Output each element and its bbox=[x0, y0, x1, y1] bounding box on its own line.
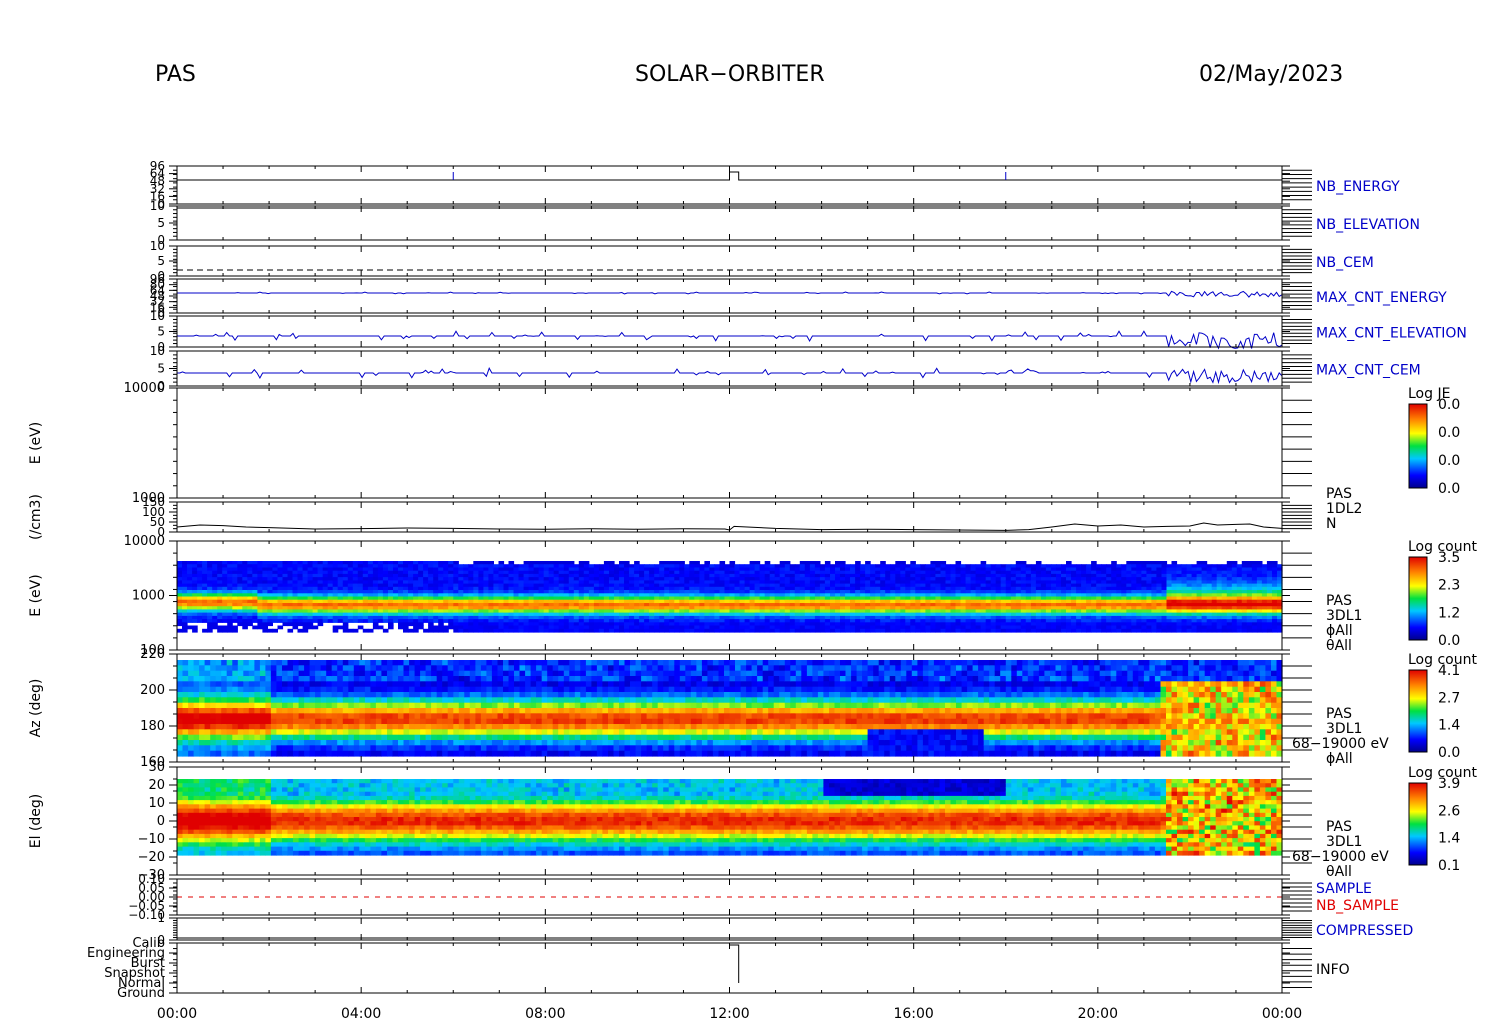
info-line bbox=[729, 944, 740, 983]
pas_3dl1_e-ytick-label: 1000 bbox=[132, 589, 165, 604]
nb_elevation-ytick-label: 5 bbox=[157, 216, 165, 230]
pas_3dl1_e-right-label: PAS bbox=[1326, 593, 1352, 609]
sample-label: SAMPLE bbox=[1316, 881, 1372, 897]
nb_elevation-label: NB_ELEVATION bbox=[1316, 217, 1420, 233]
max_cnt_cem-label: MAX_CNT_CEM bbox=[1316, 363, 1421, 379]
pas_3dl1_el-ytick-label: −10 bbox=[138, 832, 165, 847]
max_cnt_energy-label: MAX_CNT_ENERGY bbox=[1316, 290, 1447, 306]
pas_1dl2_n-right-label: N bbox=[1326, 516, 1336, 532]
compressed-label: COMPRESSED bbox=[1316, 923, 1413, 939]
pas_1dl2_e-ylabel: E (eV) bbox=[28, 422, 44, 464]
pas_3dl1_el-ytick-label: 0 bbox=[157, 814, 165, 829]
pas_1dl2_n-ylabel: (/cm3) bbox=[28, 494, 44, 540]
pas_3dl1_el-right-label: PAS bbox=[1326, 819, 1352, 835]
sample-label2: NB_SAMPLE bbox=[1316, 898, 1399, 914]
pas_1dl2_n-right-label: 1DL2 bbox=[1326, 501, 1362, 517]
pas_3dl1_az-colorbar-tick: 0.0 bbox=[1438, 745, 1460, 761]
pas_3dl1_az-colorbar-tick: 2.7 bbox=[1438, 690, 1460, 706]
pas_3dl1_el-colorbar-tick: 0.1 bbox=[1438, 858, 1460, 874]
time-tick-label: 12:00 bbox=[709, 1006, 749, 1020]
max_cnt_cem-ytick-label: 10 bbox=[150, 344, 165, 358]
pas_3dl1_el-ytick-label: 30 bbox=[148, 760, 165, 775]
pas_1dl2_e-colorbar-tick: 0.0 bbox=[1438, 481, 1460, 497]
pas_3dl1_el-right-label: θAll bbox=[1326, 864, 1352, 880]
pas_3dl1_e-colorbar-tick: 1.2 bbox=[1438, 605, 1460, 621]
compressed-ytick-label: 1 bbox=[157, 911, 165, 925]
pas_3dl1_az-right-label: 3DL1 bbox=[1326, 721, 1362, 737]
max_cnt_elevation-ytick-label: 5 bbox=[157, 325, 165, 339]
pas_3dl1_el-colorbar-tick: 2.6 bbox=[1438, 803, 1460, 819]
pas_3dl1_e-colorbar-tick: 2.3 bbox=[1438, 578, 1460, 594]
summary-plot: 96644832160NB_ENERGY1050NB_ELEVATION1050… bbox=[28, 159, 1477, 1020]
nb-energy-line bbox=[177, 171, 1282, 181]
nb_cem-ytick-label: 10 bbox=[150, 239, 165, 253]
pas_1dl2_e-colorbar-tick: 0.0 bbox=[1438, 453, 1460, 469]
pas_3dl1_e-ytick-label: 10000 bbox=[124, 534, 165, 549]
pas_3dl1_el-ytick-label: 10 bbox=[148, 796, 165, 811]
pas_3dl1_az-ylabel: Az (deg) bbox=[28, 679, 44, 738]
pas_1dl2_e-colorbar bbox=[1408, 403, 1428, 489]
info-label: INFO bbox=[1316, 962, 1350, 978]
pas_1dl2_e-colorbar-tick: 0.0 bbox=[1438, 397, 1460, 413]
time-tick-label: 00:00 bbox=[157, 1006, 197, 1020]
pas_3dl1_el-colorbar bbox=[1408, 782, 1428, 866]
pas_3dl1_e-right-label: 3DL1 bbox=[1326, 608, 1362, 624]
pas_3dl1_az-colorbar bbox=[1408, 669, 1428, 753]
pas_3dl1_el-ylabel: El (deg) bbox=[28, 794, 44, 849]
pas_1dl2_n-right-label: PAS bbox=[1326, 486, 1352, 502]
pas_3dl1_el-colorbar-tick: 1.4 bbox=[1438, 831, 1460, 847]
pas_3dl1_el-heatmap bbox=[177, 779, 1283, 856]
pas_3dl1_az-ytick-label: 200 bbox=[140, 683, 165, 698]
time-tick-label: 16:00 bbox=[893, 1006, 933, 1020]
max_cnt_elevation-ytick-label: 10 bbox=[150, 309, 165, 323]
nb_energy-label: NB_ENERGY bbox=[1316, 179, 1400, 195]
pas_3dl1_az-colorbar-tick: 4.1 bbox=[1438, 663, 1460, 679]
pas_3dl1_az-right-label: 68−19000 eV bbox=[1292, 736, 1389, 752]
pas_3dl1_el-right-label: 3DL1 bbox=[1326, 834, 1362, 850]
time-tick-label: 00:00 bbox=[1262, 1006, 1302, 1020]
pas_3dl1_az-ytick-label: 180 bbox=[140, 719, 165, 734]
max_cnt_cem-ytick-label: 5 bbox=[157, 362, 165, 376]
pas_3dl1_e-colorbar-tick: 3.5 bbox=[1438, 550, 1460, 566]
time-tick-label: 08:00 bbox=[525, 1006, 565, 1020]
pas_3dl1_e-right-label: θAll bbox=[1326, 638, 1352, 654]
pas_3dl1_az-colorbar-tick: 1.4 bbox=[1438, 718, 1460, 734]
max_cnt_elevation-label: MAX_CNT_ELEVATION bbox=[1316, 326, 1467, 342]
pas_3dl1_az-right-label: ϕAll bbox=[1326, 751, 1353, 767]
nb_cem-label: NB_CEM bbox=[1316, 255, 1374, 271]
plot-page: PAS SOLAR−ORBITER 02/May/2023 96 64 48 32 16… bbox=[0, 0, 1512, 1020]
pas_3dl1_el-colorbar-tick: 3.9 bbox=[1438, 776, 1460, 792]
pas_1dl2_e-frame bbox=[176, 387, 1283, 499]
max-cnt-energy-line bbox=[177, 290, 1283, 298]
time-tick-label: 20:00 bbox=[1078, 1006, 1118, 1020]
pas_3dl1_e-right-label: ϕAll bbox=[1326, 623, 1353, 639]
pas_3dl1_e-heatmap bbox=[177, 561, 1283, 633]
pas_1dl2_e-ytick-label: 10000 bbox=[124, 381, 165, 396]
pas_3dl1_el-ytick-label: 20 bbox=[148, 778, 165, 793]
nb_elevation-ytick-label: 10 bbox=[150, 199, 165, 213]
nb_cem-ytick-label: 5 bbox=[157, 254, 165, 268]
pas_3dl1_e-colorbar-tick: 0.0 bbox=[1438, 633, 1460, 649]
time-tick-label: 04:00 bbox=[341, 1006, 381, 1020]
info-ytick-label: Ground bbox=[117, 986, 165, 1001]
pas_3dl1_e-ylabel: E (eV) bbox=[28, 574, 44, 616]
pas_3dl1_az-heatmap bbox=[177, 660, 1283, 757]
pas_3dl1_e-colorbar bbox=[1408, 556, 1428, 641]
pas_1dl2_e-colorbar-tick: 0.0 bbox=[1438, 425, 1460, 441]
pas_3dl1_az-right-label: PAS bbox=[1326, 706, 1352, 722]
pas_3dl1_az-ytick-label: 220 bbox=[140, 647, 165, 662]
info-frame bbox=[176, 942, 1283, 994]
pas_3dl1_el-ytick-label: −20 bbox=[138, 850, 165, 865]
pas_3dl1_el-right-label: 68−19000 eV bbox=[1292, 849, 1389, 865]
